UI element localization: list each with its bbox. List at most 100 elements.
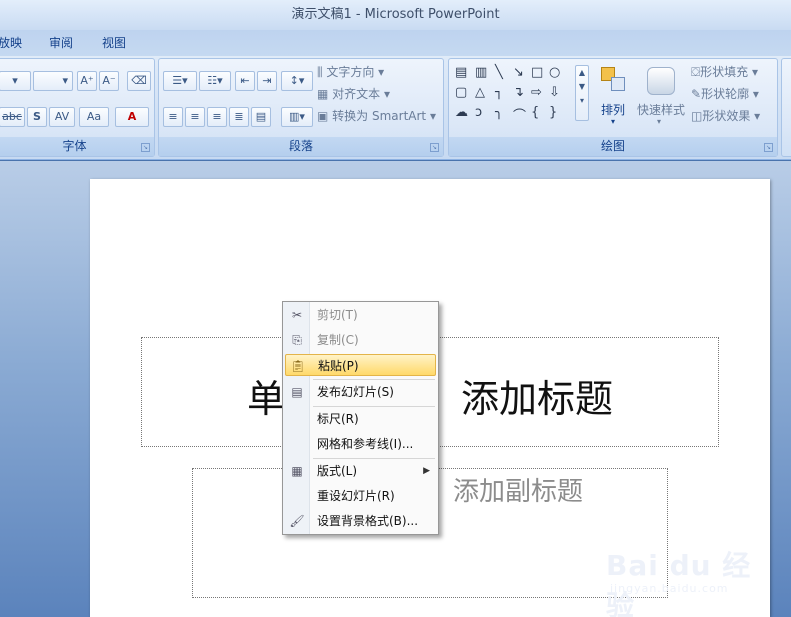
strikethrough-button[interactable]: abc [0,107,25,127]
menu-separator [313,406,435,407]
context-menu: ✂ 剪切(T) ⎘ 复制(C) 📋︎ 粘贴(P) ▤ 发布幻灯片(S) 标尺(R… [282,301,439,535]
convert-smartart-button[interactable]: ▣ 转换为 SmartArt ▾ [317,107,436,124]
text-direction-label: 文字方向 [326,65,375,79]
character-spacing-button[interactable]: AV [49,107,75,127]
brace-shape-icon[interactable]: { [531,105,539,120]
font-group: ▾ ▾ A⁺ A⁻ ⌫ abc S AV Aa A 字体 ↘ [0,58,155,157]
decrease-indent-button[interactable]: ⇤ [235,71,255,91]
down-arrow-shape-icon[interactable]: ⇩ [549,85,560,100]
increase-indent-icon: ⇥ [262,74,272,87]
tab-review[interactable]: 审阅 [49,34,73,51]
menu-separator [313,458,435,459]
menu-item-paste[interactable]: 📋︎ 粘贴(P) [285,354,436,376]
shape-fill-button[interactable]: ⛋形状填充 ▾ [691,63,758,80]
font-name-dropdown[interactable]: ▾ [0,71,31,91]
paragraph-dialog-launcher[interactable]: ↘ [430,143,439,152]
quick-styles-button[interactable]: 快速样式 ▾ [635,63,687,133]
menu-item-ruler-label: 标尺(R) [317,412,359,426]
menu-item-copy[interactable]: ⎘ 复制(C) [285,329,436,351]
drawing-dialog-launcher[interactable]: ↘ [764,143,773,152]
menu-item-publish-slides[interactable]: ▤ 发布幻灯片(S) [285,381,436,403]
align-left-icon: ≡ [168,110,178,123]
title-text-right: 添加标题 [461,377,614,421]
numbering-button[interactable]: ☷▾ [199,71,231,91]
line-spacing-icon: ↕▾ [289,74,305,87]
justify-button[interactable]: ≣ [229,107,249,127]
menu-item-grid-guides[interactable]: 网格和参考线(I)... [285,433,436,455]
arrange-button[interactable]: 排列 ▾ [595,63,633,133]
publish-slides-icon: ▤ [291,385,303,399]
shrink-font-button[interactable]: A⁻ [99,71,119,91]
watermark-main: Bai du 经验 [606,549,752,617]
align-right-icon: ≡ [212,110,222,123]
triangle-shape-icon[interactable]: △ [475,85,485,100]
font-group-label: 字体 [0,137,154,156]
drawing-group-label: 绘图 [449,137,777,156]
font-size-dropdown[interactable]: ▾ [33,71,73,91]
textbox-shape-icon[interactable]: ▤ [455,65,467,80]
menu-item-reset-slide[interactable]: 重设幻灯片(R) [285,485,436,507]
arrange-label: 排列 [601,103,626,117]
bullets-button[interactable]: ☰▾ [163,71,197,91]
justify-icon: ≣ [234,110,244,123]
arrow-line-shape-icon[interactable]: ↘ [513,65,524,80]
menu-item-format-background-label: 设置背景格式(B)... [317,514,419,528]
arc-shape-icon[interactable]: ⌒ [513,105,526,124]
quick-styles-label: 快速样式 [637,103,686,117]
align-text-icon: ▦ [317,87,333,101]
decrease-indent-icon: ⇤ [240,74,250,87]
align-text-button[interactable]: ▦ 对齐文本 ▾ [317,85,390,102]
rectangle-shape-icon[interactable]: □ [531,65,543,80]
change-case-button[interactable]: Aa [79,107,109,127]
distributed-button[interactable]: ▤ [251,107,271,127]
copy-icon: ⎘ [292,333,302,347]
right-brace-shape-icon[interactable]: } [549,105,557,120]
elbow-connector-shape-icon[interactable]: ┐ [495,85,503,100]
align-left-button[interactable]: ≡ [163,107,183,127]
font-dialog-launcher[interactable]: ↘ [141,143,150,152]
menu-item-ruler[interactable]: 标尺(R) [285,408,436,430]
tab-view[interactable]: 视图 [102,34,126,51]
shape-effects-button[interactable]: ◫形状效果 ▾ [691,107,760,124]
align-center-button[interactable]: ≡ [185,107,205,127]
line-shape-icon[interactable]: ╲ [495,65,503,80]
menu-item-format-background[interactable]: 🖌︎ 设置背景格式(B)... [285,510,436,532]
curve-shape-icon[interactable]: ╮ [495,105,503,120]
increase-indent-button[interactable]: ⇥ [257,71,277,91]
tab-slideshow[interactable]: 放映 [0,34,22,51]
align-text-label: 对齐文本 [332,87,381,101]
menu-item-paste-label: 粘贴(P) [318,359,359,373]
vertical-textbox-shape-icon[interactable]: ▥ [475,65,487,80]
line-spacing-button[interactable]: ↕▾ [281,71,313,91]
align-right-button[interactable]: ≡ [207,107,227,127]
font-color-button[interactable]: A [115,107,149,127]
window-title: 演示文稿1 - Microsoft PowerPoint [291,7,500,22]
editing-group [781,58,791,157]
clear-format-button[interactable]: ⌫ [127,71,151,91]
menu-item-reset-slide-label: 重设幻灯片(R) [317,489,395,503]
rounded-rect-shape-icon[interactable]: ▢ [455,85,467,100]
text-direction-button[interactable]: ⫼ 文字方向 ▾ [317,63,384,80]
columns-icon: ▥▾ [289,110,305,123]
grow-font-button[interactable]: A⁺ [77,71,97,91]
shape-fill-label: 形状填充 [700,65,749,79]
right-arrow-shape-icon[interactable]: ⇨ [531,85,542,100]
menu-separator [313,379,435,380]
convert-smartart-label: 转换为 SmartArt [332,109,427,123]
shapes-scroll[interactable]: ▲ ▼ ▾ [575,65,589,121]
paragraph-group-label: 段落 [159,137,443,156]
text-shadow-button[interactable]: S [27,107,47,127]
menu-item-cut-label: 剪切(T) [317,308,358,322]
shape-outline-button[interactable]: ✎形状轮廓 ▾ [691,85,759,102]
paint-bucket-icon: ⛋ [691,65,701,79]
elbow-arrow-shape-icon[interactable]: ↴ [513,85,524,100]
freeform-shape-icon[interactable]: ☁ [455,105,468,120]
menu-item-cut[interactable]: ✂ 剪切(T) [285,304,436,326]
columns-button[interactable]: ▥▾ [281,107,313,127]
quick-styles-dropdown-icon: ▾ [657,117,662,126]
bullets-icon: ☰▾ [172,74,188,87]
shapes-gallery[interactable]: ▤ ▥ ╲ ↘ □ ○ ▢ △ ┐ ↴ ⇨ ⇩ ☁ ↄ ╮ ⌒ { } [453,63,581,124]
scribble-shape-icon[interactable]: ↄ [475,105,482,120]
menu-item-layout[interactable]: ▦ 版式(L) ▶ [285,460,436,482]
oval-shape-icon[interactable]: ○ [549,65,560,80]
